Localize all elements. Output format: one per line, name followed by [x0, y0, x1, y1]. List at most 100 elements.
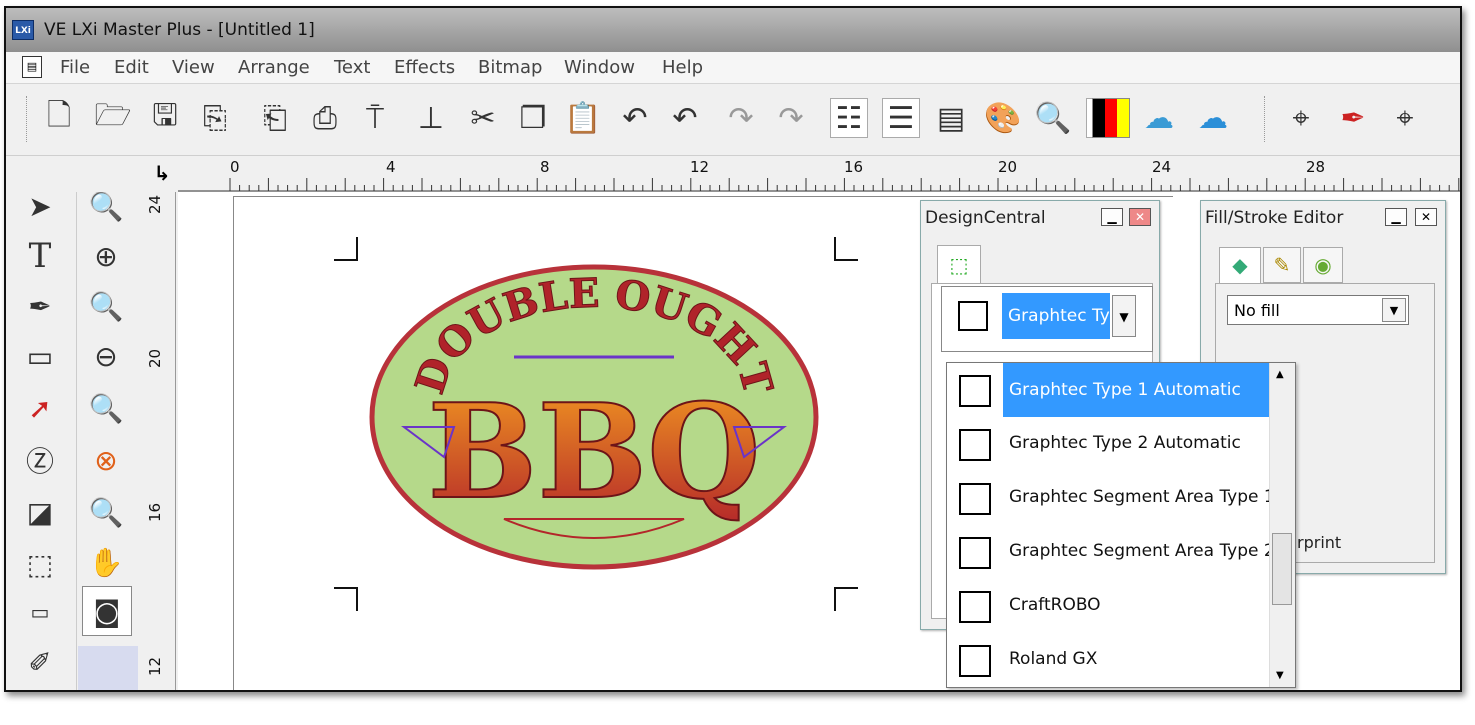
tool-palette-footer — [78, 646, 138, 690]
crop-mark-top-left — [334, 237, 358, 261]
node-edit-icon[interactable]: ➚ — [20, 386, 60, 430]
new-document-icon[interactable]: 🗋 — [40, 98, 78, 138]
scroll-up-icon[interactable]: ▲ — [1276, 369, 1284, 380]
open-icon[interactable]: 🗁 — [94, 98, 132, 138]
color-drop-icon[interactable]: 🔍 — [1034, 98, 1072, 138]
fill-color-icon[interactable]: ◙ — [82, 586, 132, 636]
undo-icon[interactable]: ↶ — [616, 98, 654, 138]
zoom-fit-icon[interactable]: ⊗ — [86, 438, 126, 482]
ruler-label-12: 12 — [690, 158, 710, 176]
close-button[interactable]: ✕ — [1415, 208, 1437, 226]
design-central-title: DesignCentral — [925, 208, 1046, 228]
redo-icon[interactable]: ↷ — [722, 98, 760, 138]
menu-file[interactable]: File — [60, 57, 90, 78]
text-tool-icon[interactable]: T — [20, 234, 60, 278]
cloud-sync-icon[interactable]: ☁ — [1140, 98, 1178, 138]
list-item[interactable]: Graphtec Type 2 Automatic — [947, 417, 1269, 471]
hand-pan-icon[interactable]: ✋ — [86, 540, 126, 584]
save-icon[interactable]: 🖫 — [146, 98, 184, 138]
registration-edit-icon[interactable]: ✒ — [1334, 98, 1372, 138]
zoom-page-icon[interactable]: 🔍 — [86, 284, 126, 328]
zoom-in-icon[interactable]: ⊕ — [86, 234, 126, 278]
menu-arrange[interactable]: Arrange — [238, 57, 310, 78]
registration-add-icon[interactable]: ⌖ — [1386, 98, 1424, 138]
menu-effects[interactable]: Effects — [394, 57, 455, 78]
trace-icon[interactable]: ⍑ — [356, 98, 394, 138]
chevron-down-icon[interactable]: ▼ — [1112, 295, 1136, 337]
color-grid-icon[interactable] — [1092, 98, 1130, 138]
view-list-icon[interactable]: ☷ — [830, 98, 868, 138]
zoom-out-icon[interactable]: ⊖ — [86, 334, 126, 378]
overprint-label: rprint — [1297, 533, 1342, 552]
bbq-logo[interactable]: DOUBLE OUGHT BBQ — [364, 257, 824, 577]
toolbar-grip — [26, 96, 27, 142]
menu-view[interactable]: View — [172, 57, 215, 78]
close-button[interactable]: ✕ — [1129, 208, 1151, 226]
cutter-type-dropdown[interactable]: Graphtec Type 1 Automatic Graphtec Type … — [946, 362, 1296, 688]
redo-history-icon[interactable]: ↷ — [772, 98, 810, 138]
printer-setup-icon[interactable]: ▤ — [932, 98, 970, 138]
app-window: LXi VE LXi Master Plus - [Untitled 1] ▤ … — [4, 6, 1462, 692]
menu-help[interactable]: Help — [662, 57, 703, 78]
import-icon[interactable]: ⎘ — [196, 98, 234, 138]
title-bar: LXi VE LXi Master Plus - [Untitled 1] — [6, 8, 1460, 52]
paste-icon[interactable]: 📋 — [564, 98, 602, 138]
ruler-label-0: 0 — [230, 158, 240, 176]
print-icon[interactable]: ⎙ — [306, 98, 344, 138]
fill-type-select[interactable]: No fill ▼ — [1227, 295, 1409, 325]
horizontal-ruler: ↳ 0 4 8 12 16 20 24 28 — [6, 156, 1460, 192]
shape-tool-icon[interactable]: ◪ — [20, 490, 60, 534]
menu-edit[interactable]: Edit — [114, 57, 149, 78]
stroke-icon[interactable]: ◉ — [1303, 247, 1343, 283]
scrollbar-thumb[interactable] — [1272, 533, 1292, 605]
ruler-label-v20: 20 — [146, 348, 164, 368]
chevron-down-icon[interactable]: ▼ — [1382, 298, 1406, 322]
fill-bucket-icon[interactable]: ◆ — [1219, 247, 1261, 283]
menu-text[interactable]: Text — [334, 57, 370, 78]
ruler-tool-icon[interactable]: ▭ — [20, 590, 60, 634]
window-title: VE LXi Master Plus - [Untitled 1] — [44, 20, 315, 40]
document-icon[interactable]: ▤ — [22, 56, 42, 78]
logo-bbq-text: BBQ — [428, 375, 761, 528]
ruler-label-v24: 24 — [146, 194, 164, 214]
ruler-label-4: 4 — [386, 158, 396, 176]
ruler-label-16: 16 — [844, 158, 864, 176]
pen-tool-icon[interactable]: ✒ — [20, 284, 60, 328]
cutter-type-select[interactable]: Graphtec Type 1 Automatic ▼ — [941, 286, 1153, 352]
minimize-button[interactable]: ▁ — [1101, 208, 1123, 226]
menu-bitmap[interactable]: Bitmap — [478, 57, 542, 78]
ruler-label-24: 24 — [1152, 158, 1172, 176]
ruler-label-v16: 16 — [146, 502, 164, 522]
eyedropper-icon[interactable]: ✐ — [20, 640, 60, 684]
marquee-icon[interactable]: ⬚ — [20, 542, 60, 586]
palette-icon[interactable]: 🎨 — [984, 98, 1022, 138]
tab-cut-settings[interactable]: ⬚ — [937, 245, 981, 283]
zigzag-tool-icon[interactable]: Ⓩ — [20, 438, 60, 482]
tool-palette: ➤ T ✒ ▭ ➚ Ⓩ ◪ ⬚ ▭ ✐ 🔍 ⊕ 🔍 ⊖ 🔍 ⊗ 🔍 ✋ ◙ — [6, 156, 140, 690]
list-item[interactable]: Graphtec Segment Area Type 1 — [947, 471, 1275, 525]
zoom-selection-icon[interactable]: 🔍 — [86, 386, 126, 430]
menu-window[interactable]: Window — [564, 57, 635, 78]
minimize-button[interactable]: ▁ — [1385, 208, 1407, 226]
ruler-origin-icon[interactable]: ↳ — [150, 161, 174, 185]
cut-icon[interactable]: ✂ — [464, 98, 502, 138]
weed-icon[interactable]: ⊥ — [412, 98, 450, 138]
tool-column-divider — [76, 156, 77, 690]
scroll-down-icon[interactable]: ▼ — [1276, 670, 1284, 681]
list-item[interactable]: CraftROBO — [947, 579, 1269, 633]
cloud-upload-icon[interactable]: ☁ — [1194, 98, 1232, 138]
ruler-label-28: 28 — [1306, 158, 1326, 176]
view-details-icon[interactable]: ☰ — [882, 98, 920, 138]
undo-history-icon[interactable]: ↶ — [666, 98, 704, 138]
dropdown-scrollbar[interactable]: ▲ ▼ — [1269, 363, 1295, 687]
list-item[interactable]: Roland GX — [947, 633, 1269, 687]
cutter-type-swatch-icon — [959, 591, 991, 623]
list-item[interactable]: Graphtec Type 1 Automatic — [947, 363, 1269, 417]
copy-icon[interactable]: ❐ — [514, 98, 552, 138]
pencil-icon[interactable]: ✎ — [1263, 247, 1301, 283]
list-item[interactable]: Graphtec Segment Area Type 2 — [947, 525, 1275, 579]
registration-icon[interactable]: ⌖ — [1282, 98, 1320, 138]
rectangle-tool-icon[interactable]: ▭ — [20, 334, 60, 378]
export-icon[interactable]: ⎗ — [256, 98, 294, 138]
zoom-color-icon[interactable]: 🔍 — [86, 490, 126, 534]
